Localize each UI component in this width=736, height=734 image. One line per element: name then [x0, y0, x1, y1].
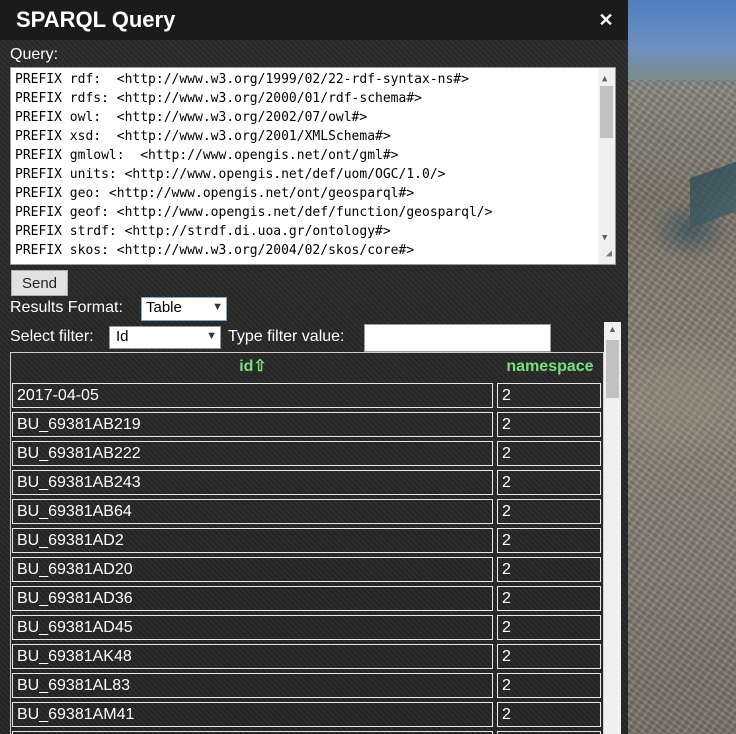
- query-line: PREFIX rdfs: <http://www.w3.org/2000/01/…: [15, 91, 422, 106]
- column-header-namespace[interactable]: namespace: [498, 352, 602, 382]
- scroll-up-icon[interactable]: ▲: [608, 324, 617, 334]
- dialog-titlebar[interactable]: SPARQL Query ✕: [0, 0, 628, 40]
- cell-namespace: 2: [497, 644, 601, 669]
- cell-id: BU_69381AL83: [12, 673, 493, 698]
- cell-namespace: 2: [497, 557, 601, 582]
- scroll-thumb[interactable]: [600, 86, 613, 138]
- table-body: 2017-04-05 2 BU_69381AB219 2 BU_69381AB222 2 B…: [10, 382, 604, 734]
- query-line: PREFIX xsd: <http://www.w3.org/2001/XMLS…: [15, 129, 391, 144]
- filter-value-input[interactable]: [364, 324, 551, 352]
- table-row[interactable]: [10, 730, 604, 734]
- results-format-label: Results Format:: [10, 299, 123, 316]
- query-line: PREFIX units: <http://www.opengis.net/de…: [15, 167, 446, 182]
- dialog-title: SPARQL Query: [16, 7, 176, 32]
- table-header: id⇧ namespace: [10, 352, 604, 382]
- table-row[interactable]: BU_69381AD45 2: [10, 614, 604, 643]
- cell-namespace: 2: [497, 586, 601, 611]
- send-button[interactable]: Send: [11, 270, 68, 296]
- query-line: PREFIX rdf: <http://www.w3.org/1999/02/2…: [15, 72, 469, 87]
- cell-namespace: 2: [497, 528, 601, 553]
- close-icon[interactable]: ✕: [598, 10, 614, 30]
- table-row[interactable]: BU_69381AB64 2: [10, 498, 604, 527]
- table-row[interactable]: BU_69381AL83 2: [10, 672, 604, 701]
- filter-select-value: Id: [116, 328, 129, 345]
- column-header-id[interactable]: id⇧: [10, 352, 496, 382]
- cell-id: BU_69381AD36: [12, 586, 493, 611]
- query-line: PREFIX geof: <http://www.opengis.net/def…: [15, 205, 493, 220]
- results-format-value: Table: [146, 299, 182, 316]
- cell-namespace: 2: [497, 499, 601, 524]
- table-row[interactable]: BU_69381AM41 2: [10, 701, 604, 730]
- results-format-select[interactable]: Table ▼: [141, 297, 227, 321]
- query-textarea[interactable]: PREFIX rdf: <http://www.w3.org/1999/02/2…: [10, 67, 616, 265]
- cell-namespace: 2: [497, 673, 601, 698]
- cell-namespace: 2: [497, 615, 601, 640]
- cell-id: BU_69381AD20: [12, 557, 493, 582]
- sparql-query-dialog: SPARQL Query ✕ Query: PREFIX rdf: <http:…: [0, 0, 628, 734]
- cell-id: BU_69381AB219: [12, 412, 493, 437]
- query-scrollbar[interactable]: ▲ ▼: [598, 68, 615, 264]
- filter-select[interactable]: Id ▼: [109, 326, 221, 349]
- resize-handle-icon[interactable]: ◢: [606, 244, 612, 263]
- cell-id: BU_69381AD2: [12, 528, 493, 553]
- query-label: Query:: [10, 46, 59, 63]
- cell-id: BU_69381AK48: [12, 644, 493, 669]
- results-table: id⇧ namespace 2017-04-05 2 BU_69381AB219 2 B…: [10, 352, 604, 734]
- table-row[interactable]: BU_69381AB219 2: [10, 411, 604, 440]
- map-sky: [628, 0, 736, 80]
- table-row[interactable]: 2017-04-05 2: [10, 382, 604, 411]
- table-row[interactable]: BU_69381AD20 2: [10, 556, 604, 585]
- cell-id: BU_69381AB243: [12, 470, 493, 495]
- table-row[interactable]: BU_69381AB243 2: [10, 469, 604, 498]
- table-row[interactable]: BU_69381AD2 2: [10, 527, 604, 556]
- results-scrollbar[interactable]: ▲: [604, 322, 621, 734]
- query-line: PREFIX strdf: <http://strdf.di.uoa.gr/on…: [15, 224, 391, 239]
- table-row[interactable]: BU_69381AB222 2: [10, 440, 604, 469]
- cell-namespace: 2: [497, 470, 601, 495]
- cell-namespace: 2: [497, 702, 601, 727]
- chevron-down-icon: ▼: [212, 301, 223, 313]
- query-line: PREFIX owl: <http://www.w3.org/2002/07/o…: [15, 110, 368, 125]
- table-row[interactable]: BU_69381AK48 2: [10, 643, 604, 672]
- query-line: PREFIX gmlowl: <http://www.opengis.net/o…: [15, 148, 399, 163]
- query-line: PREFIX geo: <http://www.opengis.net/ont/…: [15, 186, 415, 201]
- select-filter-label: Select filter:: [10, 328, 94, 345]
- cell-namespace: 2: [497, 383, 601, 408]
- cell-namespace: 2: [497, 412, 601, 437]
- cell-id: 2017-04-05: [12, 383, 493, 408]
- query-line: PREFIX skos: <http://www.w3.org/2004/02/…: [15, 243, 415, 258]
- chevron-down-icon: ▼: [206, 330, 217, 342]
- cell-id: BU_69381AM41: [12, 702, 493, 727]
- query-text: PREFIX rdf: <http://www.w3.org/1999/02/2…: [15, 70, 611, 260]
- cell-id: BU_69381AB222: [12, 441, 493, 466]
- cell-id: BU_69381AB64: [12, 499, 493, 524]
- scroll-thumb[interactable]: [606, 340, 619, 398]
- table-row[interactable]: BU_69381AD36 2: [10, 585, 604, 614]
- cell-id: BU_69381AD45: [12, 615, 493, 640]
- cell-namespace: 2: [497, 441, 601, 466]
- filter-value-label: Type filter value:: [228, 328, 345, 345]
